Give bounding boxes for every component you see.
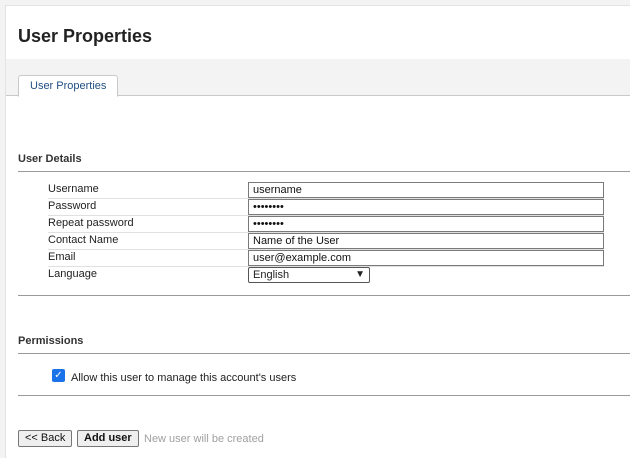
password-field[interactable]: ••••••••: [248, 199, 604, 215]
contact-name-field[interactable]: Name of the User: [248, 233, 604, 249]
email-row: Email user@example.com: [48, 250, 604, 267]
username-row: Username username: [48, 182, 604, 199]
main-panel: User Properties User Properties User Det…: [5, 5, 630, 458]
repeat-password-field[interactable]: ••••••••: [248, 216, 604, 232]
language-label: Language: [48, 268, 97, 280]
password-label: Password: [48, 200, 97, 212]
password-row: Password ••••••••: [48, 199, 604, 216]
repeat-password-row: Repeat password ••••••••: [48, 216, 604, 233]
section-divider: [18, 395, 630, 396]
permissions-heading: Permissions: [18, 335, 84, 347]
manage-users-checkbox[interactable]: ✓: [52, 369, 65, 382]
back-button[interactable]: << Back: [18, 430, 73, 447]
user-details-heading: User Details: [18, 153, 82, 165]
add-user-button[interactable]: Add user: [77, 430, 139, 447]
language-selected-value: English: [253, 269, 290, 281]
tab-bar: User Properties: [6, 59, 630, 97]
checkmark-icon: ✓: [54, 370, 63, 381]
contact-name-label: Contact Name: [48, 234, 119, 246]
manage-users-label: Allow this user to manage this account's…: [71, 372, 297, 384]
section-divider: [18, 295, 630, 296]
username-label: Username: [48, 183, 99, 195]
tab-user-properties[interactable]: User Properties: [18, 75, 119, 97]
language-select[interactable]: English ▼: [248, 267, 370, 283]
repeat-password-label: Repeat password: [48, 217, 134, 229]
email-label: Email: [48, 251, 76, 263]
section-divider: [18, 171, 630, 172]
status-hint: New user will be created: [144, 433, 264, 445]
page-title: User Properties: [18, 26, 153, 46]
email-field[interactable]: user@example.com: [248, 250, 604, 266]
language-row: Language English ▼: [48, 267, 604, 284]
username-field[interactable]: username: [248, 182, 604, 198]
section-divider: [18, 353, 630, 354]
chevron-down-icon: ▼: [355, 269, 365, 280]
contact-name-row: Contact Name Name of the User: [48, 233, 604, 250]
